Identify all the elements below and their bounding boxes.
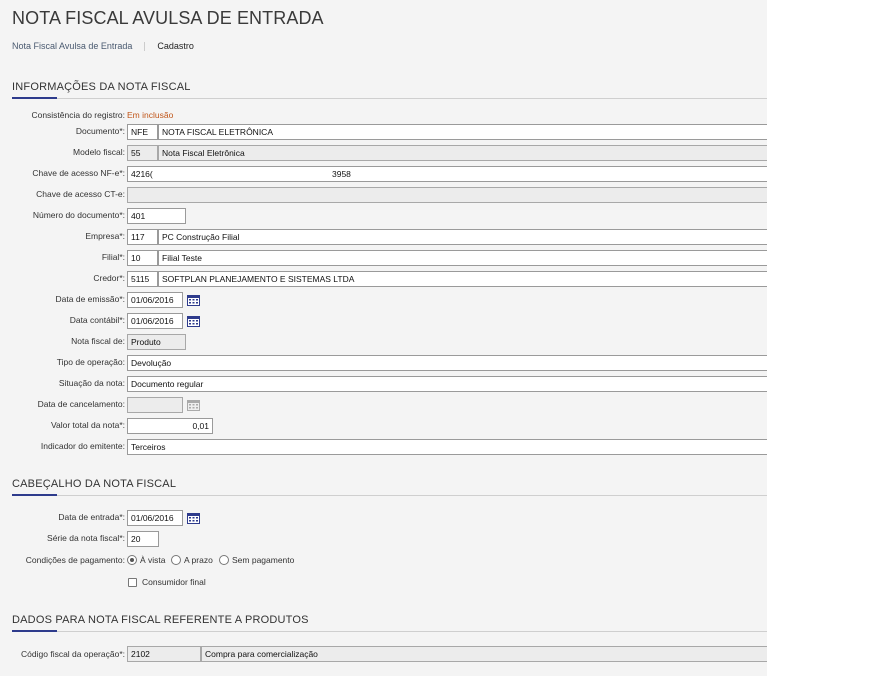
label-tipo-operacao: Tipo de operação: bbox=[56, 357, 125, 367]
chave-nfe-part1: 4216( bbox=[131, 169, 153, 179]
calendar-icon[interactable] bbox=[187, 512, 200, 524]
label-documento: Documento*: bbox=[75, 126, 125, 136]
filial-desc-input[interactable]: Filial Teste bbox=[158, 250, 767, 266]
consumidor-final-checkbox[interactable] bbox=[128, 578, 137, 587]
breadcrumb-link-nota-fiscal[interactable]: Nota Fiscal Avulsa de Entrada bbox=[12, 41, 132, 51]
status-consistencia: Em inclusão bbox=[127, 110, 174, 120]
documento-code-input[interactable]: NFE bbox=[127, 124, 158, 140]
label-serie: Série da nota fiscal*: bbox=[47, 533, 125, 543]
label-data-contabil: Data contábil*: bbox=[69, 315, 125, 325]
label-indicador: Indicador do emitente: bbox=[40, 441, 125, 451]
label-situacao: Situação da nota: bbox=[58, 378, 125, 388]
chave-nfe-input[interactable]: 4216( 3958 bbox=[127, 166, 767, 182]
data-emissao-input[interactable]: 01/06/2016 bbox=[127, 292, 183, 308]
data-entrada-input[interactable]: 01/06/2016 bbox=[127, 510, 183, 526]
label-data-cancelamento: Data de cancelamento: bbox=[37, 399, 125, 409]
section-title-products: DADOS PARA NOTA FISCAL REFERENTE A PRODU… bbox=[12, 614, 309, 626]
main-panel: NOTA FISCAL AVULSA DE ENTRADA Nota Fisca… bbox=[0, 0, 767, 676]
calendar-icon bbox=[187, 400, 200, 411]
empresa-code-input[interactable]: 117 bbox=[127, 229, 158, 245]
serie-input[interactable]: 20 bbox=[127, 531, 159, 547]
cfop-desc-field: Compra para comercialização bbox=[201, 646, 767, 662]
label-chave-nfe: Chave de acesso NF-e*: bbox=[32, 168, 125, 178]
section-title-info: INFORMAÇÕES DA NOTA FISCAL bbox=[12, 81, 191, 93]
label-consistencia: Consistência do registro: bbox=[31, 110, 125, 120]
valor-total-input[interactable]: 0,01 bbox=[127, 418, 213, 434]
radio-a-vista-label[interactable]: À vista bbox=[140, 555, 166, 565]
modelo-code-field: 55 bbox=[127, 145, 158, 161]
cfop-code-field: 2102 bbox=[127, 646, 201, 662]
radio-a-vista[interactable] bbox=[127, 555, 137, 565]
documento-desc-input[interactable]: NOTA FISCAL ELETRÔNICA bbox=[158, 124, 767, 140]
chave-nfe-part2: 3958 bbox=[332, 169, 351, 179]
calendar-icon[interactable] bbox=[187, 294, 200, 306]
radio-a-prazo-label[interactable]: A prazo bbox=[184, 555, 213, 565]
label-data-emissao: Data de emissão*: bbox=[55, 294, 125, 304]
tipo-operacao-select[interactable]: Devolução bbox=[127, 355, 767, 371]
chave-cte-field bbox=[127, 187, 767, 203]
page-title: NOTA FISCAL AVULSA DE ENTRADA bbox=[12, 8, 324, 28]
label-data-entrada: Data de entrada*: bbox=[58, 512, 125, 522]
section-title-header: CABEÇALHO DA NOTA FISCAL bbox=[12, 478, 177, 490]
empresa-desc-input[interactable]: PC Construção Filial bbox=[158, 229, 767, 245]
label-chave-cte: Chave de acesso CT-e: bbox=[36, 189, 125, 199]
numero-documento-input[interactable]: 401 bbox=[127, 208, 186, 224]
section-divider-header bbox=[12, 494, 767, 496]
data-contabil-input[interactable]: 01/06/2016 bbox=[127, 313, 183, 329]
credor-desc-input[interactable]: SOFTPLAN PLANEJAMENTO E SISTEMAS LTDA bbox=[158, 271, 767, 287]
label-credor: Credor*: bbox=[93, 273, 125, 283]
label-empresa: Empresa*: bbox=[85, 231, 125, 241]
calendar-icon[interactable] bbox=[187, 315, 200, 327]
indicador-emitente-select[interactable]: Terceiros bbox=[127, 439, 767, 455]
filial-code-input[interactable]: 10 bbox=[127, 250, 158, 266]
section-divider-info bbox=[12, 97, 767, 99]
label-condicoes: Condições de pagamento: bbox=[25, 555, 125, 565]
breadcrumb-separator bbox=[144, 42, 146, 52]
breadcrumb: Nota Fiscal Avulsa de Entrada Cadastro bbox=[12, 41, 194, 52]
label-cfop: Código fiscal da operação*: bbox=[21, 649, 125, 659]
consumidor-final-label[interactable]: Consumidor final bbox=[142, 577, 206, 587]
label-valor-total: Valor total da nota*: bbox=[50, 420, 125, 430]
radio-a-prazo[interactable] bbox=[171, 555, 181, 565]
section-divider-products bbox=[12, 630, 767, 632]
nota-de-field: Produto bbox=[127, 334, 186, 350]
situacao-select[interactable]: Documento regular bbox=[127, 376, 767, 392]
label-filial: Filial*: bbox=[101, 252, 125, 262]
data-cancelamento-field bbox=[127, 397, 183, 413]
radio-sem-pagamento[interactable] bbox=[219, 555, 229, 565]
radio-sem-pagamento-label[interactable]: Sem pagamento bbox=[232, 555, 294, 565]
modelo-desc-field: Nota Fiscal Eletrônica bbox=[158, 145, 767, 161]
label-modelo: Modelo fiscal: bbox=[73, 147, 125, 157]
credor-code-input[interactable]: 5115 bbox=[127, 271, 158, 287]
label-numero: Número do documento*: bbox=[32, 210, 125, 220]
label-nota-de: Nota fiscal de: bbox=[71, 336, 125, 346]
breadcrumb-current: Cadastro bbox=[157, 41, 194, 51]
